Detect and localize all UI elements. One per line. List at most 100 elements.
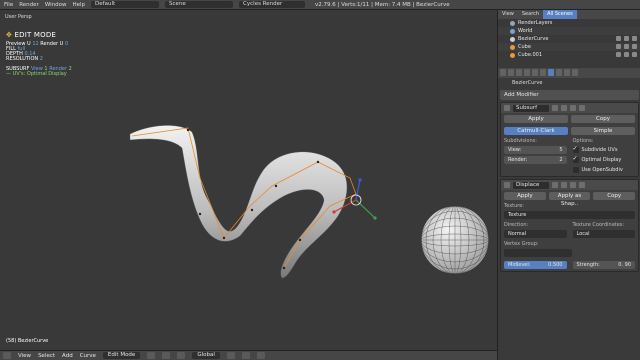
vertex-group-label: Vertex Group: [504,241,539,247]
snap-icon[interactable] [256,352,265,359]
bezier-curve-mesh[interactable] [129,125,348,279]
visibility-controls[interactable] [616,36,637,41]
apply-button[interactable]: Apply [504,115,568,123]
outliner-item-label: Cube.001 [518,52,543,58]
outliner-tab-view[interactable]: View [498,10,518,19]
outliner-item-renderlayers[interactable]: RenderLayers [498,19,640,27]
catmull-clark-button[interactable]: Catmull-Clark [504,127,568,135]
menu-curve[interactable]: Curve [80,353,96,359]
3d-viewport[interactable]: User Persp ✥ EDIT MODE Preview U 12 Rend… [0,10,497,350]
modifier-name-field[interactable]: Subsurf [513,104,549,112]
outliner-item-cube[interactable]: Cube [498,43,640,51]
active-object-label: (58) BezierCurve [6,338,49,344]
outliner-item-cube-001[interactable]: Cube.001 [498,51,640,59]
modifiers-tab-icon[interactable] [548,69,554,76]
close-icon[interactable] [579,182,585,188]
subdivisions-label: Subdivisions: [504,138,537,144]
editmode-toggle-icon[interactable] [570,105,576,111]
outliner-header: View Search All Scenes [498,10,640,19]
layers-tab-icon[interactable] [508,69,514,76]
apply-button[interactable]: Apply [504,192,546,200]
breadcrumb: BezierCurve [512,80,543,86]
editmode-toggle-icon[interactable] [570,182,576,188]
visibility-controls[interactable] [616,44,637,49]
subsurf-header: Subsurf [501,103,638,113]
midlevel-label: Midlevel: [508,262,531,268]
outliner-tab-search[interactable]: Search [518,10,543,19]
texture-coordinates-selector[interactable]: Local [572,230,635,238]
data-tab-icon[interactable] [556,69,562,76]
render-toggle-icon[interactable] [552,182,558,188]
uv-sphere[interactable] [420,205,490,275]
viewport-toggle-icon[interactable] [561,182,567,188]
texture-tab-icon[interactable] [572,69,578,76]
collapse-icon[interactable] [504,105,510,111]
direction-selector[interactable]: Normal [504,230,567,238]
render-levels-value: 2 [559,157,563,163]
proportional-icon[interactable] [241,352,250,359]
outliner-tab-all-scenes[interactable]: All Scenes [543,10,577,19]
layers-icon[interactable] [226,352,235,359]
view-levels-value: 5 [559,147,563,153]
mesh-icon [510,52,515,58]
render-levels-field[interactable]: Render: 2 [504,156,567,164]
constraints-tab-icon[interactable] [540,69,546,76]
copy-button[interactable]: Copy [571,115,635,123]
copy-button[interactable]: Copy [593,192,636,200]
render-engine-selector[interactable]: Cycles Render [239,1,306,8]
world-tab-icon[interactable] [524,69,530,76]
outliner-item-label: BezierCurve [518,36,549,42]
outliner-item-label: RenderLayers [518,20,553,26]
subdivide-uvs-label: Subdivide UVs [581,147,618,153]
apply-as-shape-button[interactable]: Apply as Shap.. [548,192,591,207]
menu-select[interactable]: Select [38,353,55,359]
properties-editor: BezierCurve Add Modifier Subsurf Apply C… [497,68,640,360]
visibility-controls[interactable] [616,52,637,57]
displace-header: Displace [501,180,638,190]
render-toggle-icon[interactable] [552,105,558,111]
editor-type-icon[interactable] [3,352,11,359]
subdivide-uvs-checkbox[interactable]: Subdivide UVs [572,145,636,154]
optimal-display-checkbox[interactable]: Optimal Display [572,155,636,164]
midlevel-slider[interactable]: Midlevel: 0.500 [504,261,567,269]
menu-render[interactable]: Render [19,2,39,8]
outliner-list: RenderLayers World BezierCurve Cube Cube… [498,19,640,59]
texture-selector[interactable]: Texture [504,211,635,219]
properties-context-tabs [498,68,640,78]
simple-button[interactable]: Simple [571,127,635,135]
curve-icon [510,36,515,42]
render-tab-icon[interactable] [500,69,506,76]
material-tab-icon[interactable] [564,69,570,76]
outliner-item-world[interactable]: World [498,27,640,35]
menu-window[interactable]: Window [45,2,67,8]
view-levels-label: View: [508,147,522,153]
outliner-item-beziercurve[interactable]: BezierCurve [498,35,640,43]
orientation-selector[interactable]: Global [192,352,220,359]
strength-field[interactable]: Strength: 0. 90 [572,261,635,269]
options-label: Options: [572,138,594,144]
scene-selector[interactable]: Scene [165,1,234,8]
pivot-icon[interactable] [162,352,171,359]
vertex-group-field[interactable] [504,249,572,257]
viewport-toggle-icon[interactable] [561,105,567,111]
manipulator-icon[interactable] [177,352,186,359]
scene-tab-icon[interactable] [516,69,522,76]
bezier-control-polygon[interactable] [131,127,357,270]
menu-view[interactable]: View [18,353,31,359]
object-tab-icon[interactable] [532,69,538,76]
add-modifier-button[interactable]: Add Modifier [500,90,639,100]
texture-coordinates-label: Texture Coordinates: [572,222,625,228]
menu-help[interactable]: Help [73,2,86,8]
layout-selector[interactable]: Default [91,1,160,8]
close-icon[interactable] [579,105,585,111]
scene-canvas [129,125,490,279]
collapse-icon[interactable] [504,182,510,188]
mode-selector[interactable]: Edit Mode [102,352,141,359]
modifier-name-field[interactable]: Displace [513,181,549,189]
menu-add[interactable]: Add [62,353,73,359]
shading-icon[interactable] [147,352,156,359]
view-levels-field[interactable]: View: 5 [504,146,567,154]
menu-file[interactable]: File [4,2,13,8]
use-opensubdiv-label: Use OpenSubdiv [581,167,623,173]
use-opensubdiv-checkbox[interactable]: Use OpenSubdiv [572,166,636,174]
